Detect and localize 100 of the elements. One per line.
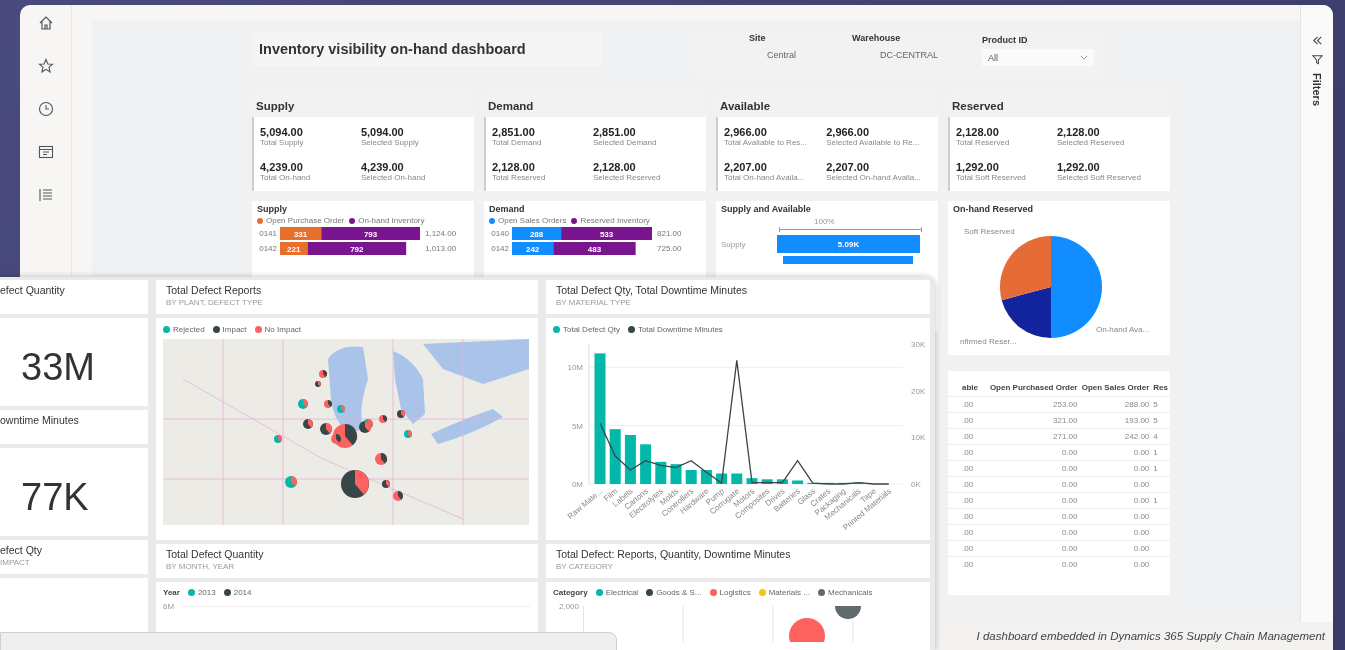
metric-value: 2,851.00 xyxy=(592,126,637,138)
table-cell: 4 xyxy=(1153,432,1158,441)
table-cell: 0.00 xyxy=(1061,464,1078,473)
legend-label: Electrical xyxy=(605,588,639,597)
metric-label: Selected Reserved xyxy=(592,173,662,182)
legend-label: 2014 xyxy=(233,588,252,597)
table-cell: .00 xyxy=(962,480,974,489)
legend-label: No Impact xyxy=(264,325,302,334)
table-cell: 0.00 xyxy=(1061,528,1078,537)
section-title: Demand xyxy=(488,100,534,112)
table-cell: 1 xyxy=(1153,464,1158,473)
table-cell: 0.00 xyxy=(1061,544,1078,553)
table-cell: 0.00 xyxy=(1133,448,1150,457)
tile-title: Total Defect: Reports, Quantity, Downtime Minutes xyxy=(556,548,792,560)
table-cell: 0.00 xyxy=(1133,464,1150,473)
table-cell: 1 xyxy=(1153,448,1158,457)
chart-title: Supply xyxy=(257,204,288,214)
table-cell: 271.00 xyxy=(1053,432,1078,441)
axis-label: 100% xyxy=(814,217,836,226)
metric-value: 2,966.00 xyxy=(826,126,871,138)
metric-label: Total Soft Reserved xyxy=(956,173,1027,182)
slice-label: Soft Reserved xyxy=(964,227,1015,236)
data-label: 242 xyxy=(525,244,540,254)
legend-label: Reserved Inventory xyxy=(580,216,650,225)
metric-label: Selected On-hand xyxy=(360,173,427,182)
data-label: 483 xyxy=(587,244,602,254)
chart-title: Demand xyxy=(489,204,526,214)
axis-tick: 6M xyxy=(163,602,175,611)
metric-label: Total Available to Res... xyxy=(724,138,808,147)
metric-value: 5,094.00 xyxy=(260,126,304,138)
chart-title: On-hand Reserved xyxy=(953,204,1035,214)
metric-label: Selected On-hand Availa... xyxy=(826,173,922,182)
metric-value: 4,239.00 xyxy=(360,161,405,173)
data-label: 331 xyxy=(293,229,308,239)
tile-subtitle: BY CATEGORY xyxy=(556,562,614,571)
total-label: 821.00 xyxy=(657,229,682,238)
metric-label: Total Supply xyxy=(260,138,305,147)
table-cell: .00 xyxy=(962,432,974,441)
legend-label: Mechanicals xyxy=(827,588,873,597)
table-cell: 0.00 xyxy=(1061,480,1078,489)
data-label: 288 xyxy=(529,229,544,239)
axis-tick: 2,000 xyxy=(559,602,580,611)
tile-subtitle: BY MONTH, YEAR xyxy=(166,562,236,571)
column-header: Res xyxy=(1151,383,1170,397)
axis-tick: 0K xyxy=(911,480,921,489)
tile-title: efect Qty xyxy=(0,544,43,556)
table-cell: 0.00 xyxy=(1061,512,1078,521)
axis-tick: 20K xyxy=(911,386,926,396)
filter-label: Product ID xyxy=(982,35,1029,45)
metric-value: 1,292.00 xyxy=(1056,161,1101,173)
legend-title: Category xyxy=(553,588,588,597)
table-cell: .00 xyxy=(962,464,974,473)
table-cell: 0.00 xyxy=(1061,560,1078,569)
metric-label: Total Reserved xyxy=(492,173,547,182)
metric-value: 2,128.00 xyxy=(956,126,1000,138)
kpi-value: 33M xyxy=(21,346,95,389)
legend-label: On-hand Inventory xyxy=(358,216,425,225)
table-cell: 253.00 xyxy=(1053,400,1078,409)
data-label: 793 xyxy=(363,229,378,239)
total-label: 1,124.00 xyxy=(425,229,457,238)
metric-value: 2,128.00 xyxy=(592,161,637,173)
metric-value: 2,207.00 xyxy=(826,161,871,173)
metric-label: Selected Demand xyxy=(592,138,658,147)
column-header: able xyxy=(948,383,988,397)
slice-label: nfirmed Reser... xyxy=(960,337,1017,346)
table-cell: .00 xyxy=(962,496,974,505)
total-label: 725.00 xyxy=(657,244,682,253)
section-title: Reserved xyxy=(952,100,1004,112)
axis-tick: 5M xyxy=(571,421,583,431)
report-title: Inventory visibility on-hand dashboard xyxy=(259,41,526,57)
column-header: Open Sales Order xyxy=(1079,383,1152,397)
tile-title: Total Defect Qty, Total Downtime Minutes xyxy=(556,284,749,296)
metric-value: 2,966.00 xyxy=(724,126,768,138)
table-cell: 0.00 xyxy=(1133,496,1150,505)
data-label: 792 xyxy=(350,244,364,254)
table-cell: 5 xyxy=(1153,400,1158,409)
table-cell: 0.00 xyxy=(1133,544,1150,553)
table-cell: 5 xyxy=(1153,416,1158,425)
legend-label: Logistics xyxy=(719,588,751,597)
legend-label: 2013 xyxy=(197,588,216,597)
metric-label: Total On-hand xyxy=(260,173,312,182)
total-label: 1,013.00 xyxy=(425,244,457,253)
chart-title: Supply and Available xyxy=(721,204,812,214)
tile-title: efect Quantity xyxy=(0,284,66,296)
axis-tick: 0M xyxy=(571,480,583,489)
filter-label: Site xyxy=(749,33,767,43)
table-cell: .00 xyxy=(962,560,974,569)
legend-title: Year xyxy=(163,588,180,597)
table-cell: 0.00 xyxy=(1061,448,1078,457)
metric-label: Selected Supply xyxy=(360,138,420,147)
filter-label: Warehouse xyxy=(852,33,902,43)
legend-label: Total Downtime Minutes xyxy=(637,325,723,334)
tile-title: Total Defect Quantity xyxy=(166,548,265,560)
table-cell: 193.00 xyxy=(1124,416,1150,425)
axis-tick: 10M xyxy=(567,363,583,373)
metric-value: 5,094.00 xyxy=(360,126,405,138)
metric-label: Selected Reserved xyxy=(1056,138,1126,147)
axis-tick: 10K xyxy=(911,433,926,443)
metric-label: Selected Available to Re... xyxy=(826,138,921,147)
legend-label: Impact xyxy=(222,325,247,334)
